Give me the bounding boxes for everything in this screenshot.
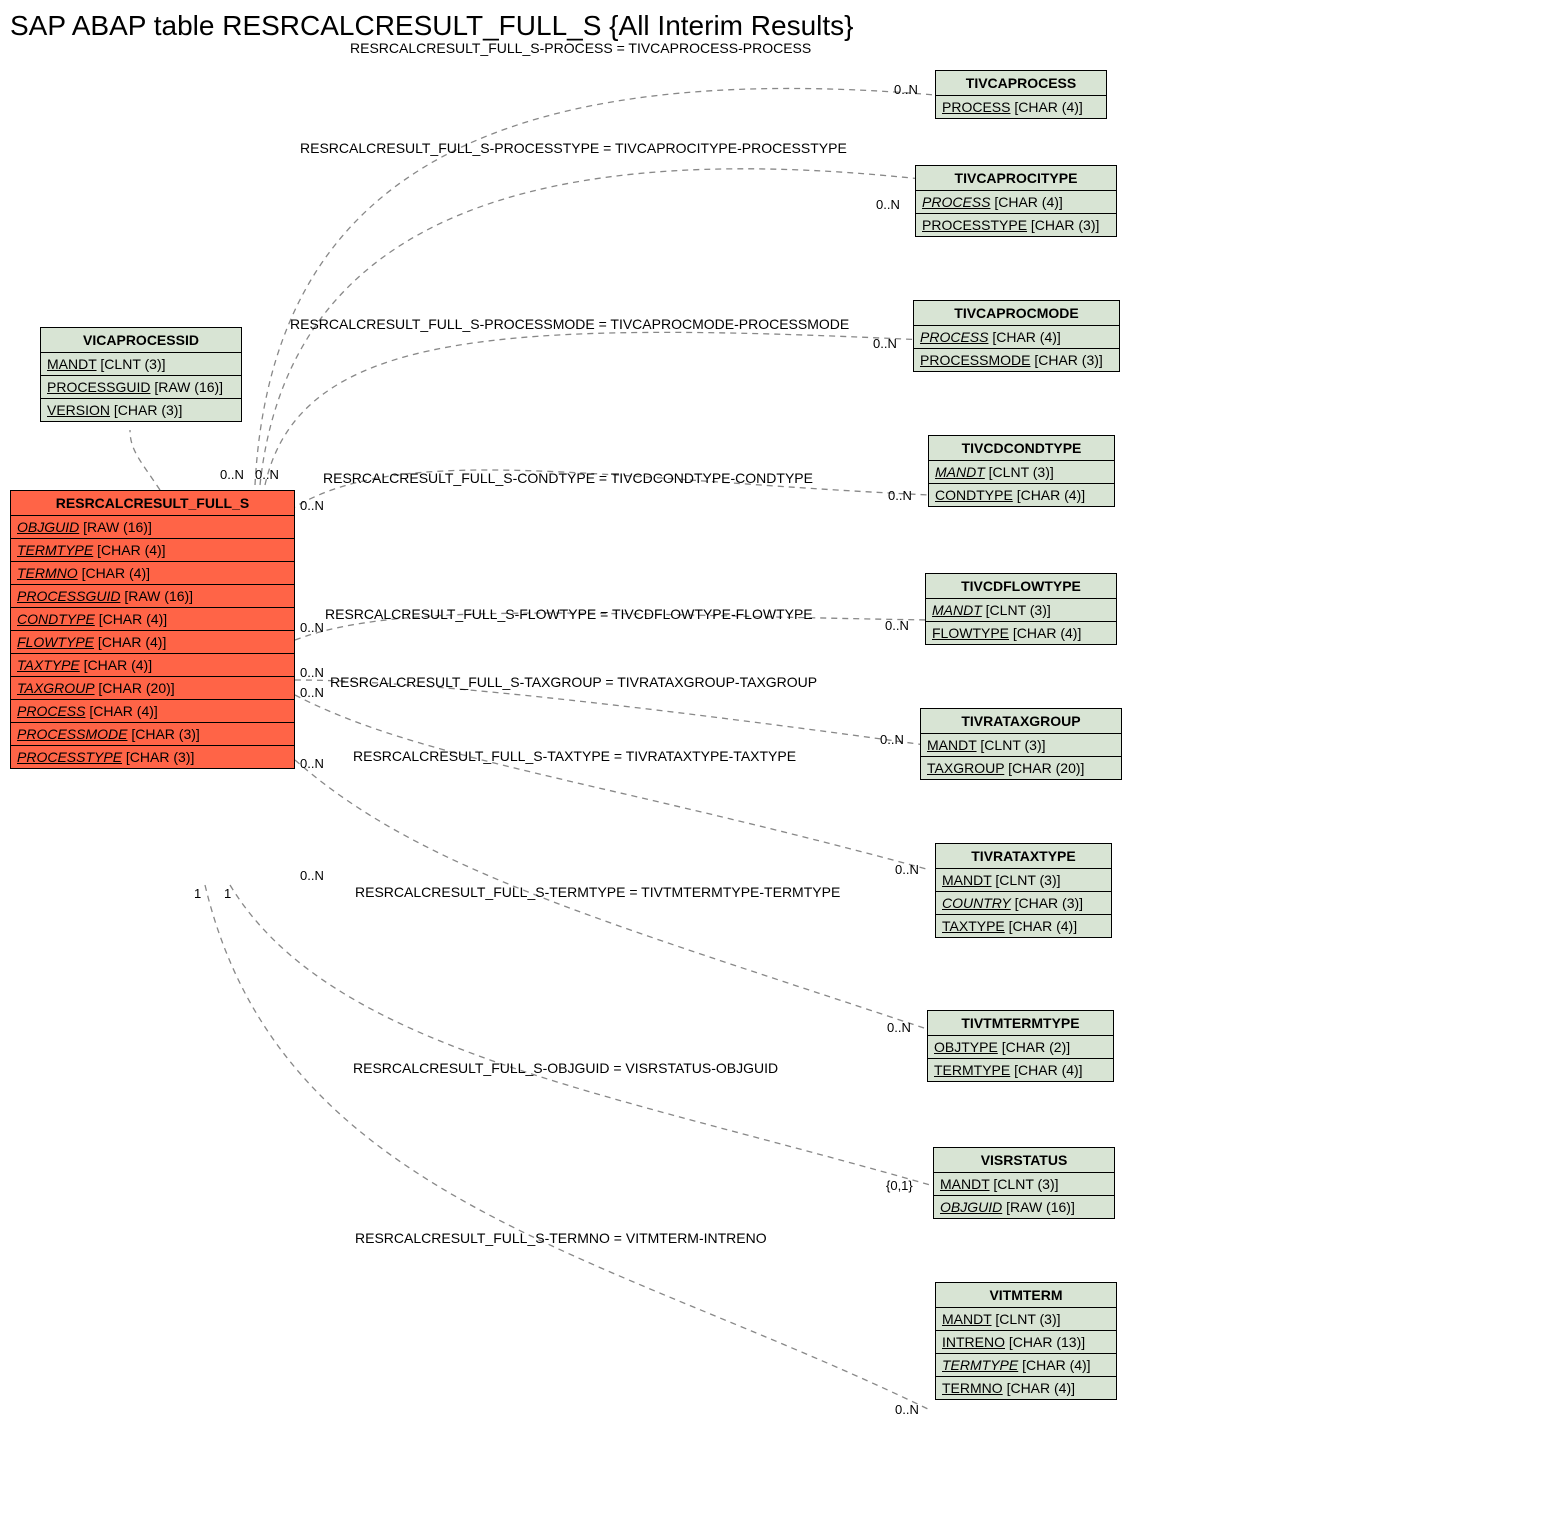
- field: CONDTYPE [CHAR (4)]: [11, 608, 294, 631]
- entity-resrcalcresult-full-s: RESRCALCRESULT_FULL_S OBJGUID [RAW (16)]…: [10, 490, 295, 769]
- field: TERMNO [CHAR (4)]: [11, 562, 294, 585]
- relation-label: RESRCALCRESULT_FULL_S-TERMTYPE = TIVTMTE…: [355, 884, 840, 900]
- field: TERMTYPE [CHAR (4)]: [936, 1354, 1116, 1377]
- entity-tivcaprocmode: TIVCAPROCMODE PROCESS [CHAR (4)] PROCESS…: [913, 300, 1120, 372]
- entity-header: RESRCALCRESULT_FULL_S: [11, 491, 294, 516]
- field: TAXGROUP [CHAR (20)]: [11, 677, 294, 700]
- field: MANDT [CLNT (3)]: [936, 1308, 1116, 1331]
- cardinality: {0,1}: [886, 1178, 913, 1193]
- cardinality: 0..N: [255, 467, 279, 482]
- field: PROCESSMODE [CHAR (3)]: [914, 349, 1119, 371]
- field: CONDTYPE [CHAR (4)]: [929, 484, 1114, 506]
- entity-header: VISRSTATUS: [934, 1148, 1114, 1173]
- field: MANDT [CLNT (3)]: [41, 353, 241, 376]
- entity-header: TIVCAPROCMODE: [914, 301, 1119, 326]
- cardinality: 0..N: [300, 665, 324, 680]
- field: PROCESSGUID [RAW (16)]: [41, 376, 241, 399]
- field: FLOWTYPE [CHAR (4)]: [11, 631, 294, 654]
- field: PROCESS [CHAR (4)]: [914, 326, 1119, 349]
- entity-tivtmtermtype: TIVTMTERMTYPE OBJTYPE [CHAR (2)] TERMTYP…: [927, 1010, 1114, 1082]
- entity-header: VICAPROCESSID: [41, 328, 241, 353]
- field: PROCESS [CHAR (4)]: [11, 700, 294, 723]
- cardinality: 0..N: [300, 868, 324, 883]
- entity-header: TIVRATAXTYPE: [936, 844, 1111, 869]
- entity-header: TIVCDCONDTYPE: [929, 436, 1114, 461]
- entity-vicaprocessid: VICAPROCESSID MANDT [CLNT (3)] PROCESSGU…: [40, 327, 242, 422]
- field: OBJGUID [RAW (16)]: [11, 516, 294, 539]
- field: TAXTYPE [CHAR (4)]: [11, 654, 294, 677]
- field: MANDT [CLNT (3)]: [926, 599, 1116, 622]
- field: PROCESS [CHAR (4)]: [916, 191, 1116, 214]
- entity-header: TIVTMTERMTYPE: [928, 1011, 1113, 1036]
- relation-label: RESRCALCRESULT_FULL_S-OBJGUID = VISRSTAT…: [353, 1060, 778, 1076]
- cardinality: 0..N: [887, 1020, 911, 1035]
- cardinality: 0..N: [300, 620, 324, 635]
- cardinality: 0..N: [895, 862, 919, 877]
- relation-label: RESRCALCRESULT_FULL_S-TERMNO = VITMTERM-…: [355, 1230, 767, 1246]
- cardinality: 0..N: [888, 488, 912, 503]
- relation-label: RESRCALCRESULT_FULL_S-TAXTYPE = TIVRATAX…: [353, 748, 796, 764]
- field: TAXGROUP [CHAR (20)]: [921, 757, 1121, 779]
- field: TERMNO [CHAR (4)]: [936, 1377, 1116, 1399]
- cardinality: 1: [224, 886, 231, 901]
- relation-label: RESRCALCRESULT_FULL_S-PROCESSMODE = TIVC…: [290, 316, 849, 332]
- entity-tivcdcondtype: TIVCDCONDTYPE MANDT [CLNT (3)] CONDTYPE …: [928, 435, 1115, 507]
- cardinality: 0..N: [876, 197, 900, 212]
- cardinality: 0..N: [300, 756, 324, 771]
- field: MANDT [CLNT (3)]: [929, 461, 1114, 484]
- field: MANDT [CLNT (3)]: [934, 1173, 1114, 1196]
- page-title: SAP ABAP table RESRCALCRESULT_FULL_S {Al…: [10, 10, 1559, 42]
- cardinality: 0..N: [300, 685, 324, 700]
- field: TERMTYPE [CHAR (4)]: [11, 539, 294, 562]
- relation-label: RESRCALCRESULT_FULL_S-TAXGROUP = TIVRATA…: [330, 674, 817, 690]
- cardinality: 0..N: [894, 82, 918, 97]
- field: PROCESSGUID [RAW (16)]: [11, 585, 294, 608]
- field: PROCESSTYPE [CHAR (3)]: [916, 214, 1116, 236]
- field: INTRENO [CHAR (13)]: [936, 1331, 1116, 1354]
- field: FLOWTYPE [CHAR (4)]: [926, 622, 1116, 644]
- entity-header: TIVCAPROCESS: [936, 71, 1106, 96]
- relation-label: RESRCALCRESULT_FULL_S-PROCESSTYPE = TIVC…: [300, 140, 847, 156]
- field: OBJGUID [RAW (16)]: [934, 1196, 1114, 1218]
- entity-tivcdflowtype: TIVCDFLOWTYPE MANDT [CLNT (3)] FLOWTYPE …: [925, 573, 1117, 645]
- cardinality: 0..N: [895, 1402, 919, 1417]
- field: OBJTYPE [CHAR (2)]: [928, 1036, 1113, 1059]
- field: MANDT [CLNT (3)]: [936, 869, 1111, 892]
- entity-header: VITMTERM: [936, 1283, 1116, 1308]
- field: COUNTRY [CHAR (3)]: [936, 892, 1111, 915]
- relation-label: RESRCALCRESULT_FULL_S-PROCESS = TIVCAPRO…: [350, 40, 811, 56]
- field: MANDT [CLNT (3)]: [921, 734, 1121, 757]
- field: TAXTYPE [CHAR (4)]: [936, 915, 1111, 937]
- entity-header: TIVCAPROCITYPE: [916, 166, 1116, 191]
- cardinality: 0..N: [885, 618, 909, 633]
- cardinality: 0..N: [220, 467, 244, 482]
- entity-visrstatus: VISRSTATUS MANDT [CLNT (3)] OBJGUID [RAW…: [933, 1147, 1115, 1219]
- field: PROCESSMODE [CHAR (3)]: [11, 723, 294, 746]
- field: VERSION [CHAR (3)]: [41, 399, 241, 421]
- entity-header: TIVRATAXGROUP: [921, 709, 1121, 734]
- entity-tivrataxtype: TIVRATAXTYPE MANDT [CLNT (3)] COUNTRY [C…: [935, 843, 1112, 938]
- relation-label: RESRCALCRESULT_FULL_S-CONDTYPE = TIVCDCO…: [323, 470, 813, 486]
- cardinality: 0..N: [300, 498, 324, 513]
- field: PROCESSTYPE [CHAR (3)]: [11, 746, 294, 768]
- entity-vitmterm: VITMTERM MANDT [CLNT (3)] INTRENO [CHAR …: [935, 1282, 1117, 1400]
- cardinality: 0..N: [873, 336, 897, 351]
- cardinality: 1: [194, 886, 201, 901]
- field: TERMTYPE [CHAR (4)]: [928, 1059, 1113, 1081]
- entity-header: TIVCDFLOWTYPE: [926, 574, 1116, 599]
- cardinality: 0..N: [880, 732, 904, 747]
- entity-tivcaprocitype: TIVCAPROCITYPE PROCESS [CHAR (4)] PROCES…: [915, 165, 1117, 237]
- field: PROCESS [CHAR (4)]: [936, 96, 1106, 118]
- entity-tivcaprocess: TIVCAPROCESS PROCESS [CHAR (4)]: [935, 70, 1107, 119]
- entity-tivrataxgroup: TIVRATAXGROUP MANDT [CLNT (3)] TAXGROUP …: [920, 708, 1122, 780]
- relation-label: RESRCALCRESULT_FULL_S-FLOWTYPE = TIVCDFL…: [325, 606, 813, 622]
